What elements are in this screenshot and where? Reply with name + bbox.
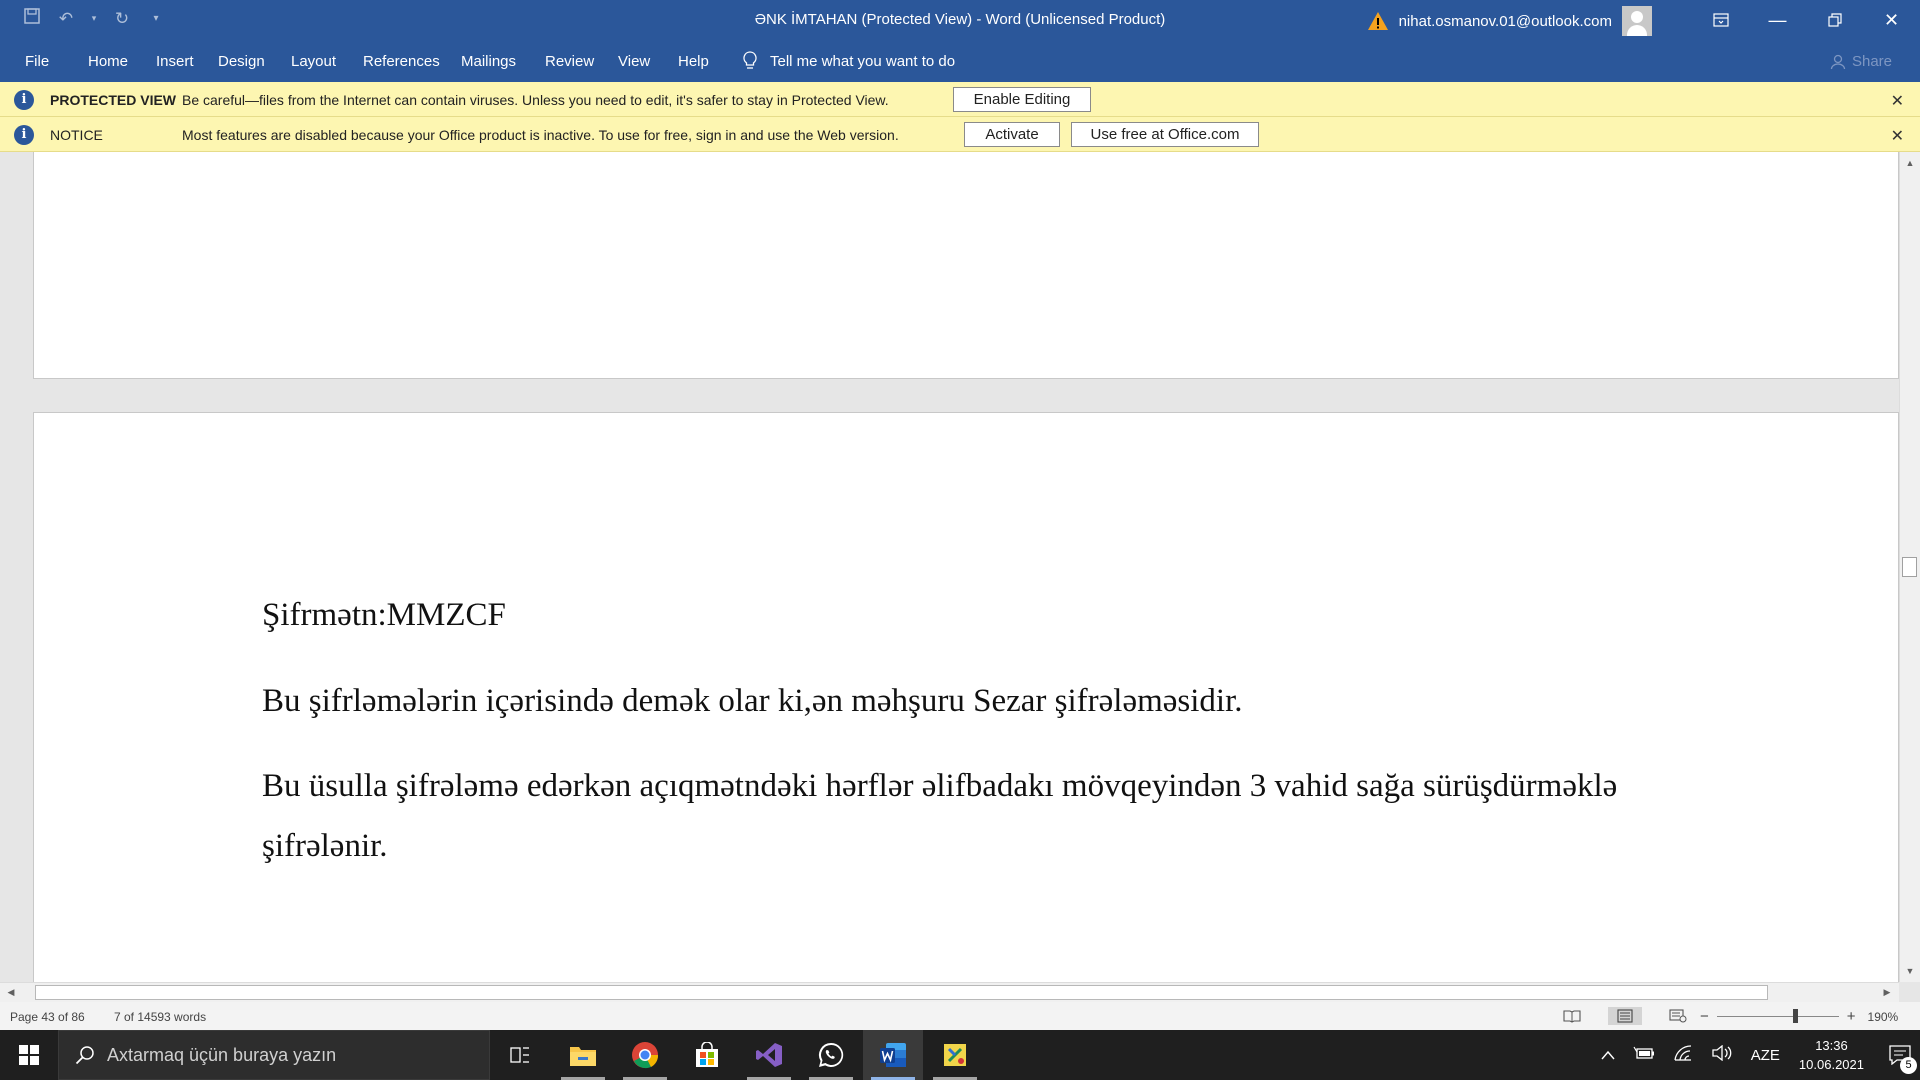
volume-icon[interactable] <box>1711 1044 1733 1065</box>
zoom-slider[interactable] <box>1716 1009 1839 1023</box>
tell-me-label[interactable]: Tell me what you want to do <box>770 53 955 70</box>
word-icon[interactable] <box>863 1030 923 1080</box>
lightbulb-icon <box>743 51 757 69</box>
notice-label: NOTICE <box>50 127 103 143</box>
tab-file[interactable]: File <box>25 53 49 70</box>
zoom-in-icon[interactable]: + <box>1847 1008 1856 1025</box>
notice-bar: i NOTICE Most features are disabled beca… <box>0 117 1920 152</box>
windows-logo-icon <box>19 1045 39 1065</box>
document-paragraph[interactable]: Bu şifrləmələrin içərisində demək olar k… <box>262 671 1243 731</box>
document-page[interactable]: Şifrmətn:MMZCF Bu şifrləmələrin içərisin… <box>33 412 1899 982</box>
protected-view-message: Be careful—files from the Internet can c… <box>182 92 889 108</box>
chrome-icon[interactable] <box>615 1030 675 1080</box>
scroll-right-arrow-icon[interactable]: ▶ <box>1878 983 1896 1002</box>
avatar[interactable] <box>1622 6 1652 36</box>
tab-view[interactable]: View <box>618 53 650 70</box>
horizontal-scroll-thumb[interactable] <box>35 985 1768 1000</box>
zoom-slider-thumb[interactable] <box>1792 1009 1798 1023</box>
microsoft-store-icon[interactable] <box>677 1030 737 1080</box>
zoom-out-icon[interactable]: − <box>1700 1008 1709 1025</box>
enable-editing-button[interactable]: Enable Editing <box>953 87 1091 112</box>
whatsapp-icon[interactable] <box>801 1030 861 1080</box>
share-label: Share <box>1851 53 1892 70</box>
zoom-control: − + 190% <box>1700 1008 1898 1025</box>
restore-icon[interactable] <box>1806 0 1863 40</box>
battery-icon[interactable] <box>1633 1046 1655 1064</box>
minimize-icon[interactable]: — <box>1749 0 1806 40</box>
notice-message: Most features are disabled because your … <box>182 127 899 143</box>
document-page[interactable] <box>33 152 1899 379</box>
document-area[interactable]: Şifrmətn:MMZCF Bu şifrləmələrin içərisin… <box>0 152 1920 982</box>
wifi-icon[interactable] <box>1673 1045 1693 1065</box>
info-icon: i <box>14 90 34 110</box>
task-view-icon[interactable] <box>490 1030 550 1080</box>
show-hidden-icons-chevron-icon[interactable] <box>1601 1047 1615 1064</box>
visual-studio-icon[interactable] <box>739 1030 799 1080</box>
ribbon-display-options-icon[interactable] <box>1692 0 1749 40</box>
tab-references[interactable]: References <box>363 53 440 70</box>
vertical-scroll-thumb[interactable] <box>1902 557 1917 577</box>
taskbar: AZE 13:36 10.06.2021 5 <box>0 1030 1920 1080</box>
protected-view-label: PROTECTED VIEW <box>50 92 177 108</box>
scroll-down-arrow-icon[interactable]: ▼ <box>1900 962 1920 980</box>
window-controls: — ✕ <box>1692 0 1920 40</box>
document-paragraph[interactable]: Bu üsulla şifrələmə edərkən açıqmətndəki… <box>262 756 1722 876</box>
clock[interactable]: 13:36 10.06.2021 <box>1799 1036 1864 1074</box>
sticky-app-icon[interactable] <box>925 1030 985 1080</box>
ribbon-tabs: File Home Insert Design Layout Reference… <box>0 40 1920 82</box>
share-button[interactable]: Share <box>1830 53 1892 70</box>
activate-button[interactable]: Activate <box>964 122 1060 147</box>
tab-design[interactable]: Design <box>218 53 265 70</box>
view-buttons <box>1560 1007 1690 1025</box>
clock-time: 13:36 <box>1815 1038 1848 1053</box>
account-email[interactable]: nihat.osmanov.01@outlook.com <box>1399 13 1612 30</box>
person-icon <box>1830 54 1846 69</box>
close-protected-bar-icon[interactable]: ✕ <box>1891 91 1904 111</box>
horizontal-scrollbar[interactable]: ◀ ▶ <box>0 982 1899 1002</box>
account-area[interactable]: nihat.osmanov.01@outlook.com <box>1367 6 1652 36</box>
web-layout-icon[interactable] <box>1666 1007 1690 1025</box>
start-button[interactable] <box>0 1030 58 1080</box>
close-icon[interactable]: ✕ <box>1863 0 1920 40</box>
tell-me-search[interactable]: Tell me what you want to do <box>742 51 955 71</box>
taskbar-search[interactable] <box>58 1030 490 1080</box>
page-count[interactable]: Page 43 of 86 <box>10 1010 85 1024</box>
system-tray: AZE 13:36 10.06.2021 5 <box>1592 1030 1920 1080</box>
document-paragraph[interactable]: Şifrmətn:MMZCF <box>262 585 506 645</box>
tab-mailings[interactable]: Mailings <box>461 53 516 70</box>
tab-review[interactable]: Review <box>545 53 594 70</box>
scroll-up-arrow-icon[interactable]: ▲ <box>1900 154 1920 172</box>
protected-view-bar: i PROTECTED VIEW Be careful—files from t… <box>0 82 1920 117</box>
vertical-scrollbar[interactable]: ▲ ▼ <box>1899 152 1920 982</box>
input-language[interactable]: AZE <box>1751 1047 1780 1064</box>
tab-layout[interactable]: Layout <box>291 53 336 70</box>
clock-date: 10.06.2021 <box>1798 1057 1864 1072</box>
info-icon: i <box>14 125 34 145</box>
scroll-left-arrow-icon[interactable]: ◀ <box>2 983 20 1002</box>
file-explorer-icon[interactable] <box>553 1030 613 1080</box>
action-center-button[interactable]: 5 <box>1880 1030 1920 1080</box>
tab-home[interactable]: Home <box>88 53 128 70</box>
search-icon <box>75 1046 94 1065</box>
warning-icon <box>1367 12 1388 30</box>
read-mode-icon[interactable] <box>1560 1007 1584 1025</box>
use-free-button[interactable]: Use free at Office.com <box>1071 122 1259 147</box>
tab-insert[interactable]: Insert <box>156 53 194 70</box>
close-notice-bar-icon[interactable]: ✕ <box>1891 126 1904 146</box>
taskbar-search-input[interactable] <box>107 1044 467 1066</box>
status-bar: Page 43 of 86 7 of 14593 words − + 190% <box>0 1002 1920 1030</box>
zoom-level[interactable]: 190% <box>1868 1010 1899 1024</box>
notification-count-badge: 5 <box>1900 1057 1917 1074</box>
print-layout-icon[interactable] <box>1608 1007 1642 1025</box>
title-bar: ↶ ▾ ↻ ▾ ƏNK İMTAHAN (Protected View) - W… <box>0 0 1920 40</box>
word-count[interactable]: 7 of 14593 words <box>114 1010 206 1024</box>
tab-help[interactable]: Help <box>678 53 709 70</box>
